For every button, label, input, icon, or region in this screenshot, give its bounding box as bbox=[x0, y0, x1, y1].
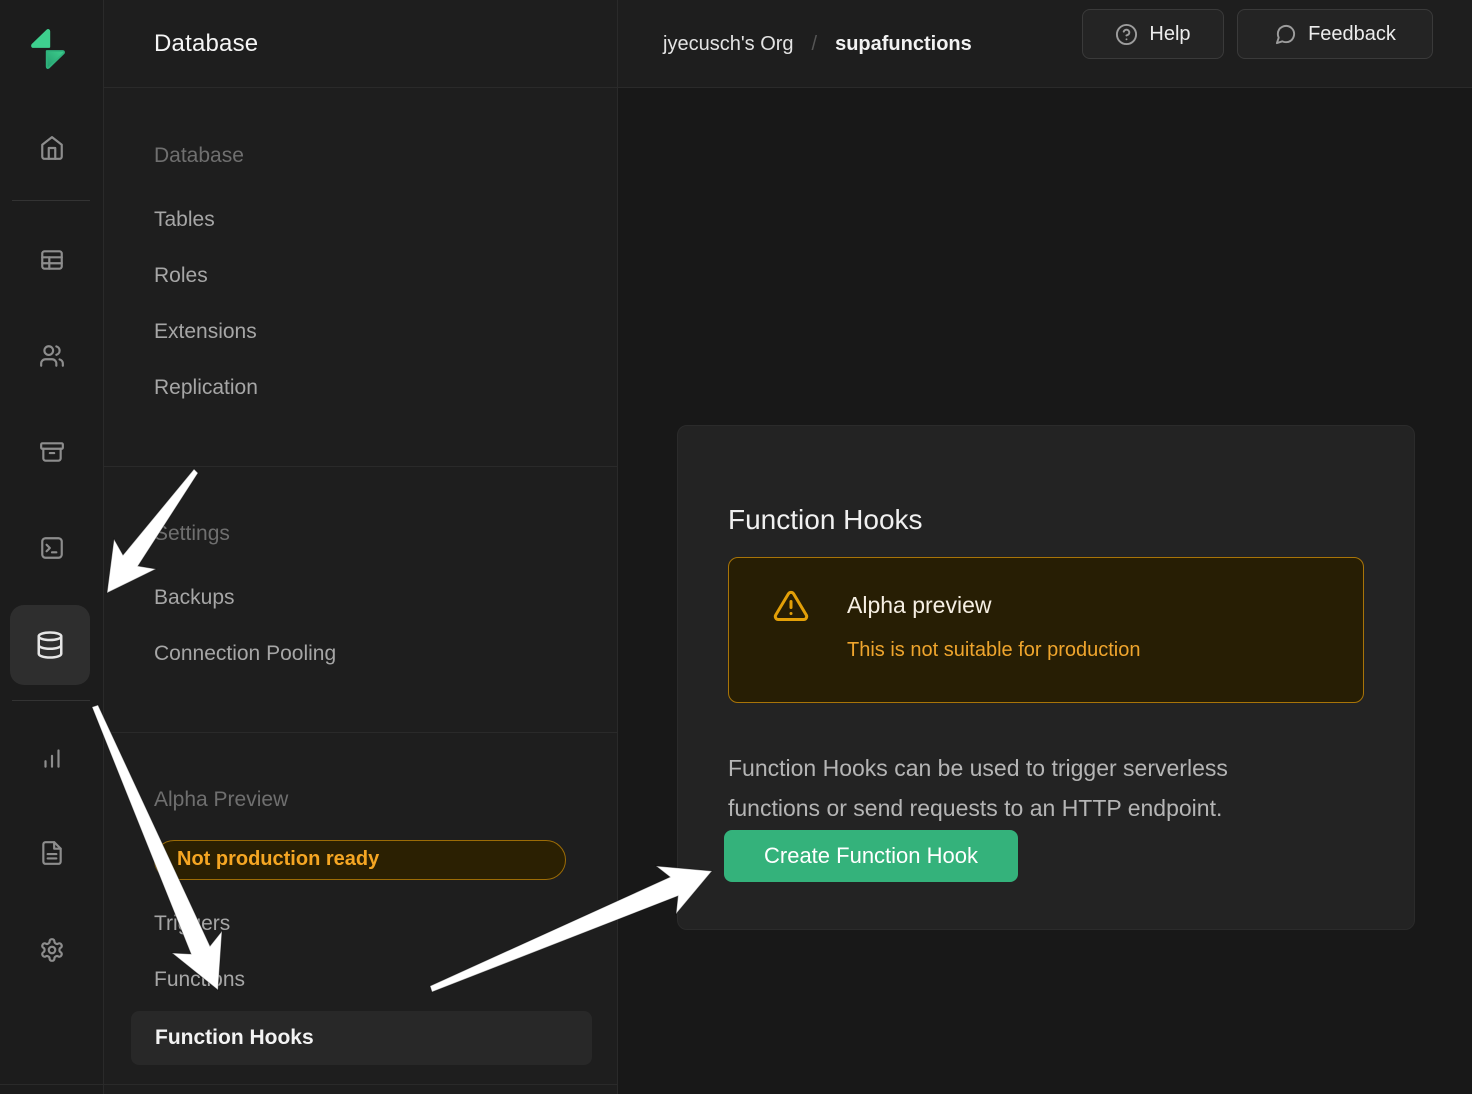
sidebar-title: Database bbox=[154, 30, 258, 58]
storage-icon[interactable] bbox=[39, 439, 65, 465]
card-title: Function Hooks bbox=[728, 504, 923, 536]
alert-subtitle: This is not suitable for production bbox=[847, 639, 1141, 662]
sidebar-item-function-hooks-label: Function Hooks bbox=[155, 1026, 314, 1050]
reports-icon[interactable] bbox=[39, 745, 65, 771]
sidebar-header: Database bbox=[104, 0, 617, 88]
app-root: Database Database Tables Roles Extension… bbox=[0, 0, 1472, 1094]
create-function-hook-label: Create Function Hook bbox=[764, 843, 978, 869]
sidebar-divider bbox=[104, 732, 617, 733]
database-nav-item[interactable] bbox=[10, 605, 90, 685]
sidebar-item-backups[interactable]: Backups bbox=[154, 586, 235, 614]
help-button[interactable]: Help bbox=[1082, 9, 1224, 59]
sidebar-item-function-hooks-selected[interactable]: Function Hooks bbox=[131, 1011, 592, 1065]
function-hooks-card: Function Hooks Alpha preview This is not… bbox=[677, 425, 1415, 930]
warning-triangle-icon bbox=[773, 588, 809, 624]
sidebar-item-triggers[interactable]: Triggers bbox=[154, 912, 230, 940]
breadcrumb-org[interactable]: jyecusch's Org bbox=[663, 33, 794, 56]
auth-users-icon[interactable] bbox=[39, 343, 65, 369]
alert-title: Alpha preview bbox=[847, 592, 991, 619]
main-content: Function Hooks Alpha preview This is not… bbox=[618, 88, 1472, 1094]
feedback-button-label: Feedback bbox=[1308, 23, 1396, 46]
not-production-ready-badge: Not production ready bbox=[154, 840, 566, 880]
rail-divider bbox=[12, 700, 90, 701]
speech-bubble-icon bbox=[1274, 23, 1297, 46]
sidebar-item-replication[interactable]: Replication bbox=[154, 376, 258, 404]
sidebar-item-connection-pooling[interactable]: Connection Pooling bbox=[154, 642, 336, 670]
sidebar-divider bbox=[104, 466, 617, 467]
help-button-label: Help bbox=[1149, 23, 1190, 46]
database-icon bbox=[35, 630, 65, 660]
sidebar: Database Database Tables Roles Extension… bbox=[104, 0, 618, 1094]
breadcrumb-project[interactable]: supafunctions bbox=[835, 33, 972, 56]
sidebar-item-functions[interactable]: Functions bbox=[154, 968, 245, 996]
settings-gear-icon[interactable] bbox=[39, 937, 65, 963]
breadcrumb-separator: / bbox=[812, 33, 818, 56]
sidebar-item-roles[interactable]: Roles bbox=[154, 264, 208, 292]
card-description-line2: functions or send requests to an HTTP en… bbox=[728, 788, 1388, 828]
sidebar-bottom-divider bbox=[0, 1084, 618, 1085]
section-header-alpha-preview: Alpha Preview bbox=[154, 788, 288, 816]
help-circle-icon bbox=[1115, 23, 1138, 46]
card-description-line1: Function Hooks can be used to trigger se… bbox=[728, 748, 1388, 788]
supabase-logo-icon[interactable] bbox=[26, 27, 70, 71]
breadcrumb: jyecusch's Org / supafunctions bbox=[663, 0, 972, 88]
sql-editor-icon[interactable] bbox=[39, 535, 65, 561]
home-icon[interactable] bbox=[39, 135, 65, 161]
section-header-settings: Settings bbox=[154, 522, 230, 550]
section-header-database: Database bbox=[154, 144, 244, 172]
sidebar-item-tables[interactable]: Tables bbox=[154, 208, 215, 236]
feedback-button[interactable]: Feedback bbox=[1237, 9, 1433, 59]
sidebar-item-extensions[interactable]: Extensions bbox=[154, 320, 257, 348]
docs-icon[interactable] bbox=[39, 840, 65, 866]
icon-rail bbox=[0, 0, 104, 1094]
create-function-hook-button[interactable]: Create Function Hook bbox=[724, 830, 1018, 882]
topbar: jyecusch's Org / supafunctions Help Feed… bbox=[618, 0, 1472, 88]
table-editor-icon[interactable] bbox=[39, 247, 65, 273]
alpha-preview-alert: Alpha preview This is not suitable for p… bbox=[728, 557, 1364, 703]
rail-divider bbox=[12, 200, 90, 201]
